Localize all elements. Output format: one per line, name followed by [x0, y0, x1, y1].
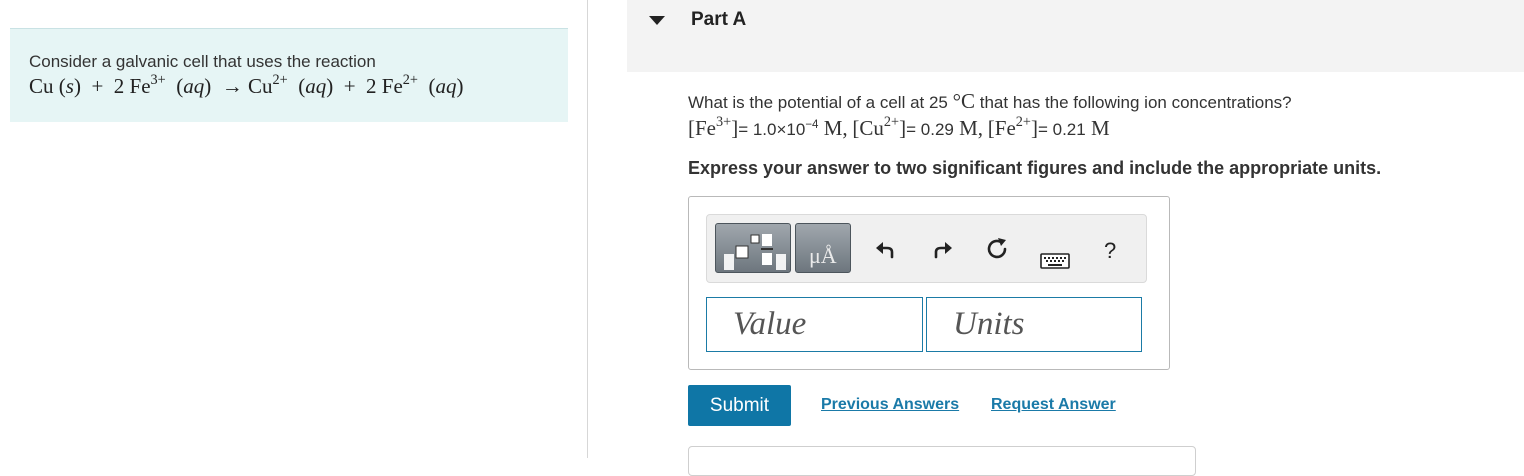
reaction-equation: Cu (s) + 2 Fe3+ (aq) → Cu2+ (aq) + 2 Fe2… — [29, 72, 464, 98]
units-icon: μÅ — [809, 243, 837, 268]
part-header[interactable]: Part A — [627, 0, 1524, 72]
question-text: What is the potential of a cell at 25 °C… — [688, 89, 1292, 113]
request-answer-link[interactable]: Request Answer — [991, 396, 1116, 414]
value-input[interactable] — [706, 297, 923, 352]
undo-icon[interactable] — [875, 238, 897, 265]
part-title: Part A — [691, 9, 747, 30]
reset-icon[interactable] — [985, 236, 1009, 266]
math-toolbar: μÅ ? — [706, 214, 1147, 283]
problem-context-panel: Consider a galvanic cell that uses the r… — [10, 28, 568, 122]
templates-icon — [724, 234, 786, 270]
answer-instruction: Express your answer to two significant f… — [688, 158, 1382, 178]
ion-concentrations: [Fe3+]= 1.0×10−4 M, [Cu2+]= 0.29 M, [Fe2… — [688, 114, 1110, 140]
redo-icon[interactable] — [931, 238, 953, 265]
feedback-box — [688, 446, 1196, 476]
submit-button[interactable]: Submit — [688, 385, 791, 426]
templates-button[interactable] — [715, 223, 791, 273]
temperature-unit: °C — [952, 89, 976, 113]
keyboard-icon[interactable] — [1040, 247, 1070, 274]
column-divider — [587, 0, 588, 458]
units-input[interactable] — [926, 297, 1142, 352]
units-button[interactable]: μÅ — [795, 223, 851, 273]
problem-intro-text: Consider a galvanic cell that uses the r… — [29, 52, 376, 71]
help-icon[interactable]: ? — [1104, 240, 1116, 262]
previous-answers-link[interactable]: Previous Answers — [821, 396, 959, 414]
collapse-caret-icon[interactable] — [649, 16, 665, 25]
answer-box: μÅ ? — [688, 196, 1170, 370]
